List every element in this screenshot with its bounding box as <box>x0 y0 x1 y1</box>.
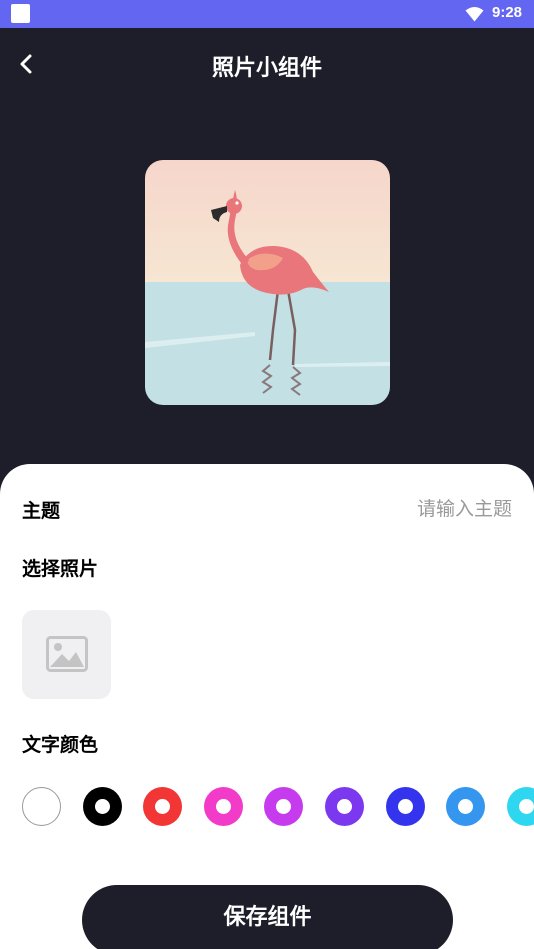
color-swatch-sky-blue[interactable] <box>446 787 486 826</box>
color-swatch-magenta[interactable] <box>264 787 304 826</box>
photo-picker-button[interactable] <box>22 610 111 699</box>
topic-input[interactable] <box>252 494 512 524</box>
swatch-dot <box>215 799 231 814</box>
app-header: 照片小组件 <box>0 28 534 100</box>
color-palette <box>22 787 534 827</box>
swatch-dot <box>155 799 171 814</box>
notification-icon <box>11 4 30 23</box>
color-swatch-white[interactable] <box>22 787 61 826</box>
text-color-label: 文字颜色 <box>22 734 99 756</box>
widget-preview <box>145 160 390 405</box>
swatch-dot <box>337 799 352 814</box>
color-swatch-pink[interactable] <box>203 787 243 826</box>
save-button[interactable]: 保存组件 <box>82 885 453 949</box>
color-swatch-red[interactable] <box>143 787 183 826</box>
swatch-dot <box>518 799 534 814</box>
swatch-dot <box>94 799 110 814</box>
settings-panel: 主题 选择照片 文字颜色 <box>0 464 534 949</box>
page-title: 照片小组件 <box>211 56 322 81</box>
color-swatch-cyan[interactable] <box>506 787 534 826</box>
status-bar: 9:28 <box>0 0 534 28</box>
topic-label: 主题 <box>22 500 61 522</box>
flamingo-image <box>145 160 390 405</box>
photo-label: 选择照片 <box>22 558 99 580</box>
swatch-dot <box>276 799 292 814</box>
swatch-dot <box>397 799 413 814</box>
wifi-icon <box>465 7 484 22</box>
topic-row: 主题 <box>22 494 512 524</box>
color-swatch-black[interactable] <box>82 787 122 826</box>
clock: 9:28 <box>492 4 523 21</box>
color-swatch-violet[interactable] <box>325 787 364 826</box>
image-icon <box>46 636 88 672</box>
color-swatch-blue[interactable] <box>385 787 425 826</box>
swatch-dot <box>458 799 474 814</box>
